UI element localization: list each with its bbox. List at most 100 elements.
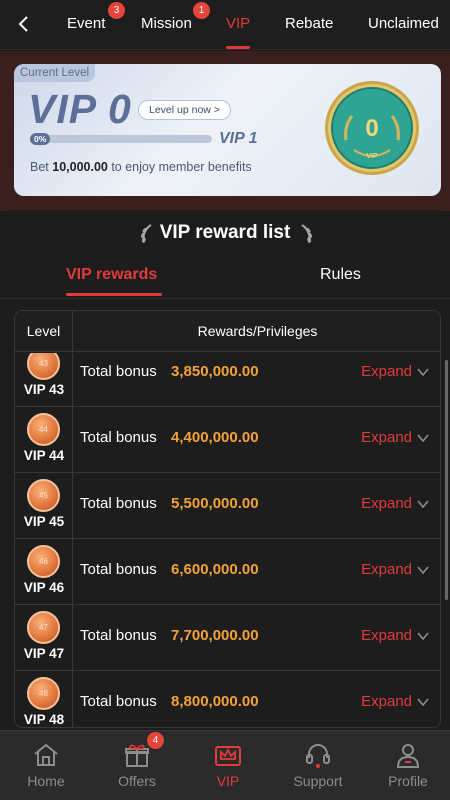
chevron-down-icon xyxy=(417,697,429,706)
table-row: 43 VIP 43 Total bonus 3,850,000.00 Expand xyxy=(15,353,440,407)
laurel-right-icon xyxy=(301,224,313,243)
bottom-nav-home[interactable]: Home xyxy=(6,731,86,800)
level-coin-number: 44 xyxy=(39,425,48,434)
tab-mission[interactable]: Mission xyxy=(141,15,192,32)
table-row: 48 VIP 48 Total bonus 8,800,000.00 Expand xyxy=(15,671,440,727)
crown-icon xyxy=(215,746,241,766)
scrollbar[interactable] xyxy=(445,360,448,600)
table-body[interactable]: 43 VIP 43 Total bonus 3,850,000.00 Expand 44 V… xyxy=(15,353,440,727)
chevron-down-icon xyxy=(417,367,429,376)
bet-prefix: Bet xyxy=(30,160,53,174)
tab-rules[interactable]: Rules xyxy=(320,266,361,284)
expand-label: Expand xyxy=(361,495,412,512)
table-row: 44 VIP 44 Total bonus 4,400,000.00 Expand xyxy=(15,407,440,473)
mission-badge: 1 xyxy=(193,2,210,19)
tab-rebate[interactable]: Rebate xyxy=(285,15,333,32)
bottom-nav-support[interactable]: Support xyxy=(278,731,358,800)
bet-suffix: to enjoy member benefits xyxy=(107,160,252,174)
bonus-label: Total bonus xyxy=(80,693,157,710)
level-coin-number: 48 xyxy=(39,689,48,698)
level-progress-percent: 0% xyxy=(30,133,51,145)
top-nav: Event 3 Mission 1 VIP Rebate Unclaimed xyxy=(0,0,450,50)
level-coin-icon: 45 xyxy=(27,479,60,512)
expand-label: Expand xyxy=(361,561,412,578)
expand-button[interactable]: Expand xyxy=(361,495,430,512)
level-cell: 44 VIP 44 xyxy=(15,407,73,473)
tab-vip-rewards[interactable]: VIP rewards xyxy=(66,266,157,284)
level-name: VIP 44 xyxy=(23,448,65,463)
expand-button[interactable]: Expand xyxy=(361,693,430,710)
bottom-nav-offers-label: Offers xyxy=(118,773,156,789)
bottom-nav-home-label: Home xyxy=(27,773,65,789)
chevron-down-icon xyxy=(417,565,429,574)
vip-level-coin-icon: 0 VIP xyxy=(325,81,419,175)
bottom-nav-profile[interactable]: Profile xyxy=(368,731,448,800)
level-name: VIP 48 xyxy=(23,712,65,727)
back-button[interactable] xyxy=(12,12,34,36)
coin-number: 0 xyxy=(365,115,378,142)
current-level-tag: Current Level xyxy=(14,64,96,82)
bet-requirement: Bet 10,000.00 to enjoy member benefits xyxy=(30,160,252,174)
bonus-label: Total bonus xyxy=(80,561,157,578)
bonus-value: 6,600,000.00 xyxy=(171,561,259,578)
level-cell: 46 VIP 46 xyxy=(15,539,73,605)
divider xyxy=(0,298,450,299)
table-header: Level Rewards/Privileges xyxy=(15,311,440,352)
bonus-value: 7,700,000.00 xyxy=(171,627,259,644)
expand-label: Expand xyxy=(361,429,412,446)
reward-table: Level Rewards/Privileges 43 VIP 43 Total b… xyxy=(14,310,441,728)
table-row: 46 VIP 46 Total bonus 6,600,000.00 Expand xyxy=(15,539,440,605)
current-level-value: VIP 0 xyxy=(28,86,132,132)
bottom-nav-support-label: Support xyxy=(293,773,343,789)
column-header-rewards: Rewards/Privileges xyxy=(197,323,318,339)
expand-button[interactable]: Expand xyxy=(361,627,430,644)
bottom-nav-vip[interactable]: VIP xyxy=(188,731,268,800)
bonus-label: Total bonus xyxy=(80,363,157,380)
current-level-card: Current Level VIP 0 Level up now > 0% VI… xyxy=(14,64,441,196)
level-name: VIP 47 xyxy=(23,646,65,661)
expand-button[interactable]: Expand xyxy=(361,561,430,578)
level-coin-icon: 43 xyxy=(27,353,60,380)
bonus-value: 3,850,000.00 xyxy=(171,363,259,380)
active-tab-indicator xyxy=(226,46,250,49)
gift-icon xyxy=(125,744,149,767)
level-coin-icon: 46 xyxy=(27,545,60,578)
bet-amount: 10,000.00 xyxy=(52,160,108,174)
bottom-nav-profile-label: Profile xyxy=(388,773,428,789)
level-cell: 48 VIP 48 xyxy=(15,671,73,727)
user-icon xyxy=(396,744,420,768)
expand-button[interactable]: Expand xyxy=(361,363,430,380)
level-coin-icon: 48 xyxy=(27,677,60,710)
level-coin-number: 43 xyxy=(39,359,48,368)
level-cell: 47 VIP 47 xyxy=(15,605,73,671)
coin-label: VIP xyxy=(366,153,378,160)
bonus-label: Total bonus xyxy=(80,495,157,512)
level-coin-icon: 44 xyxy=(27,413,60,446)
expand-label: Expand xyxy=(361,363,412,380)
level-coin-icon: 47 xyxy=(27,611,60,644)
home-icon xyxy=(34,743,58,766)
level-coin-number: 47 xyxy=(39,623,48,632)
table-row: 47 VIP 47 Total bonus 7,700,000.00 Expand xyxy=(15,605,440,671)
bonus-value: 5,500,000.00 xyxy=(171,495,259,512)
chevron-down-icon xyxy=(417,499,429,508)
bottom-nav-offers[interactable]: 4 Offers xyxy=(97,731,177,800)
offers-badge: 4 xyxy=(147,732,164,749)
tab-vip[interactable]: VIP xyxy=(226,15,250,32)
tab-unclaimed[interactable]: Unclaimed xyxy=(368,15,439,32)
level-progress-bar xyxy=(30,135,212,143)
chevron-down-icon xyxy=(417,433,429,442)
expand-label: Expand xyxy=(361,693,412,710)
event-badge: 3 xyxy=(108,2,125,19)
chevron-down-icon xyxy=(417,631,429,640)
tab-event[interactable]: Event xyxy=(67,15,105,32)
level-up-button[interactable]: Level up now > xyxy=(138,100,231,120)
table-row: 45 VIP 45 Total bonus 5,500,000.00 Expand xyxy=(15,473,440,539)
bonus-value: 8,800,000.00 xyxy=(171,693,259,710)
level-name: VIP 46 xyxy=(23,580,65,595)
expand-button[interactable]: Expand xyxy=(361,429,430,446)
headset-icon xyxy=(306,744,330,768)
level-name: VIP 45 xyxy=(23,514,65,529)
level-name: VIP 43 xyxy=(23,382,65,397)
bonus-label: Total bonus xyxy=(80,627,157,644)
